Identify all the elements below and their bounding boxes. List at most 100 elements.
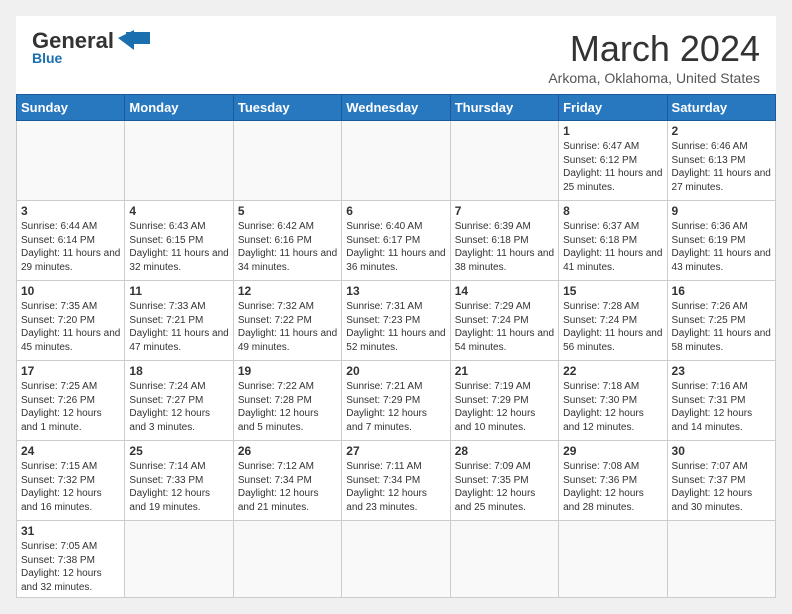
calendar-cell: 10 Sunrise: 7:35 AM Sunset: 7:20 PM Dayli… xyxy=(17,281,125,361)
weekday-monday: Monday xyxy=(125,95,233,121)
calendar-cell xyxy=(667,521,775,598)
calendar-cell xyxy=(17,121,125,201)
day-number: 16 xyxy=(672,284,771,298)
calendar-cell: 4 Sunrise: 6:43 AM Sunset: 6:15 PM Daylig… xyxy=(125,201,233,281)
calendar-cell: 13 Sunrise: 7:31 AM Sunset: 7:23 PM Dayli… xyxy=(342,281,450,361)
calendar-cell: 23Sunrise: 7:16 AM Sunset: 7:31 PM Dayli… xyxy=(667,361,775,441)
calendar-cell: 14Sunrise: 7:29 AM Sunset: 7:24 PM Dayli… xyxy=(450,281,558,361)
day-info: Sunrise: 7:11 AM Sunset: 7:34 PM Dayligh… xyxy=(346,460,445,514)
calendar-cell: 7Sunrise: 6:39 AM Sunset: 6:18 PM Daylig… xyxy=(450,201,558,281)
day-info: Sunrise: 6:44 AM Sunset: 6:14 PM Dayligh… xyxy=(21,220,120,274)
calendar-cell xyxy=(342,521,450,598)
calendar-cell: 19 Sunrise: 7:22 AM Sunset: 7:28 PM Dayli… xyxy=(233,361,341,441)
day-number: 19 xyxy=(238,364,337,378)
calendar-cell: 1 Sunrise: 6:47 AM Sunset: 6:12 PM Daylig… xyxy=(559,121,667,201)
day-info: Sunrise: 7:19 AM Sunset: 7:29 PM Dayligh… xyxy=(455,380,554,434)
day-info: Sunrise: 6:43 AM Sunset: 6:15 PM Dayligh… xyxy=(129,220,228,274)
calendar-cell: 25 Sunrise: 7:14 AM Sunset: 7:33 PM Dayli… xyxy=(125,441,233,521)
day-number: 11 xyxy=(129,284,228,298)
weekday-saturday: Saturday xyxy=(667,95,775,121)
calendar-cell xyxy=(125,521,233,598)
calendar-cell xyxy=(559,521,667,598)
day-number: 1 xyxy=(563,124,662,138)
header: General Blue March 2024 Arkoma, Oklahoma… xyxy=(16,16,776,94)
day-number: 30 xyxy=(672,444,771,458)
day-info: Sunrise: 7:07 AM Sunset: 7:37 PM Dayligh… xyxy=(672,460,771,514)
calendar-cell: 26 Sunrise: 7:12 AM Sunset: 7:34 PM Dayli… xyxy=(233,441,341,521)
title-block: March 2024 Arkoma, Oklahoma, United Stat… xyxy=(548,28,760,86)
calendar-cell: 2Sunrise: 6:46 AM Sunset: 6:13 PM Daylig… xyxy=(667,121,775,201)
day-info: Sunrise: 6:42 AM Sunset: 6:16 PM Dayligh… xyxy=(238,220,337,274)
day-info: Sunrise: 7:24 AM Sunset: 7:27 PM Dayligh… xyxy=(129,380,228,434)
day-number: 5 xyxy=(238,204,337,218)
day-info: Sunrise: 7:22 AM Sunset: 7:28 PM Dayligh… xyxy=(238,380,337,434)
week-row-6: 31Sunrise: 7:05 AM Sunset: 7:38 PM Dayli… xyxy=(17,521,776,598)
day-info: Sunrise: 7:29 AM Sunset: 7:24 PM Dayligh… xyxy=(455,300,554,354)
calendar-cell: 24 Sunrise: 7:15 AM Sunset: 7:32 PM Dayli… xyxy=(17,441,125,521)
calendar-table: SundayMondayTuesdayWednesdayThursdayFrid… xyxy=(16,94,776,598)
day-number: 13 xyxy=(346,284,445,298)
calendar-cell: 12 Sunrise: 7:32 AM Sunset: 7:22 PM Dayli… xyxy=(233,281,341,361)
day-info: Sunrise: 7:14 AM Sunset: 7:33 PM Dayligh… xyxy=(129,460,228,514)
calendar-cell: 5 Sunrise: 6:42 AM Sunset: 6:16 PM Daylig… xyxy=(233,201,341,281)
day-info: Sunrise: 6:46 AM Sunset: 6:13 PM Dayligh… xyxy=(672,140,771,194)
calendar-cell: 17 Sunrise: 7:25 AM Sunset: 7:26 PM Dayli… xyxy=(17,361,125,441)
calendar-cell: 28Sunrise: 7:09 AM Sunset: 7:35 PM Dayli… xyxy=(450,441,558,521)
weekday-header-row: SundayMondayTuesdayWednesdayThursdayFrid… xyxy=(17,95,776,121)
day-number: 28 xyxy=(455,444,554,458)
day-number: 9 xyxy=(672,204,771,218)
week-row-3: 10 Sunrise: 7:35 AM Sunset: 7:20 PM Dayli… xyxy=(17,281,776,361)
day-info: Sunrise: 7:08 AM Sunset: 7:36 PM Dayligh… xyxy=(563,460,662,514)
calendar-cell: 8Sunrise: 6:37 AM Sunset: 6:18 PM Daylig… xyxy=(559,201,667,281)
calendar-cell: 27Sunrise: 7:11 AM Sunset: 7:34 PM Dayli… xyxy=(342,441,450,521)
logo-blue-text: Blue xyxy=(32,50,62,66)
logo-icon xyxy=(118,30,150,52)
day-info: Sunrise: 7:25 AM Sunset: 7:26 PM Dayligh… xyxy=(21,380,120,434)
day-info: Sunrise: 7:28 AM Sunset: 7:24 PM Dayligh… xyxy=(563,300,662,354)
calendar-cell: 29Sunrise: 7:08 AM Sunset: 7:36 PM Dayli… xyxy=(559,441,667,521)
page: General Blue March 2024 Arkoma, Oklahoma… xyxy=(16,16,776,598)
day-info: Sunrise: 7:33 AM Sunset: 7:21 PM Dayligh… xyxy=(129,300,228,354)
day-info: Sunrise: 7:35 AM Sunset: 7:20 PM Dayligh… xyxy=(21,300,120,354)
day-number: 15 xyxy=(563,284,662,298)
day-number: 24 xyxy=(21,444,120,458)
day-number: 21 xyxy=(455,364,554,378)
week-row-5: 24 Sunrise: 7:15 AM Sunset: 7:32 PM Dayli… xyxy=(17,441,776,521)
day-number: 31 xyxy=(21,524,120,538)
weekday-sunday: Sunday xyxy=(17,95,125,121)
day-number: 17 xyxy=(21,364,120,378)
day-number: 25 xyxy=(129,444,228,458)
day-info: Sunrise: 6:47 AM Sunset: 6:12 PM Dayligh… xyxy=(563,140,662,194)
day-number: 10 xyxy=(21,284,120,298)
day-number: 7 xyxy=(455,204,554,218)
calendar-cell: 9Sunrise: 6:36 AM Sunset: 6:19 PM Daylig… xyxy=(667,201,775,281)
day-number: 22 xyxy=(563,364,662,378)
logo: General Blue xyxy=(32,28,150,66)
calendar-cell: 6 Sunrise: 6:40 AM Sunset: 6:17 PM Daylig… xyxy=(342,201,450,281)
day-info: Sunrise: 7:12 AM Sunset: 7:34 PM Dayligh… xyxy=(238,460,337,514)
day-info: Sunrise: 7:31 AM Sunset: 7:23 PM Dayligh… xyxy=(346,300,445,354)
calendar-cell xyxy=(233,521,341,598)
weekday-wednesday: Wednesday xyxy=(342,95,450,121)
calendar-cell: 20Sunrise: 7:21 AM Sunset: 7:29 PM Dayli… xyxy=(342,361,450,441)
day-number: 26 xyxy=(238,444,337,458)
day-info: Sunrise: 7:15 AM Sunset: 7:32 PM Dayligh… xyxy=(21,460,120,514)
day-number: 4 xyxy=(129,204,228,218)
day-info: Sunrise: 6:40 AM Sunset: 6:17 PM Dayligh… xyxy=(346,220,445,274)
calendar-cell: 15 Sunrise: 7:28 AM Sunset: 7:24 PM Dayli… xyxy=(559,281,667,361)
calendar-cell: 31Sunrise: 7:05 AM Sunset: 7:38 PM Dayli… xyxy=(17,521,125,598)
weekday-thursday: Thursday xyxy=(450,95,558,121)
day-info: Sunrise: 7:32 AM Sunset: 7:22 PM Dayligh… xyxy=(238,300,337,354)
day-info: Sunrise: 7:16 AM Sunset: 7:31 PM Dayligh… xyxy=(672,380,771,434)
day-number: 6 xyxy=(346,204,445,218)
calendar-cell xyxy=(450,121,558,201)
day-info: Sunrise: 7:18 AM Sunset: 7:30 PM Dayligh… xyxy=(563,380,662,434)
calendar-cell xyxy=(450,521,558,598)
day-number: 12 xyxy=(238,284,337,298)
calendar-cell: 18Sunrise: 7:24 AM Sunset: 7:27 PM Dayli… xyxy=(125,361,233,441)
week-row-4: 17 Sunrise: 7:25 AM Sunset: 7:26 PM Dayli… xyxy=(17,361,776,441)
location: Arkoma, Oklahoma, United States xyxy=(548,70,760,86)
calendar-cell: 16Sunrise: 7:26 AM Sunset: 7:25 PM Dayli… xyxy=(667,281,775,361)
weekday-friday: Friday xyxy=(559,95,667,121)
day-info: Sunrise: 7:21 AM Sunset: 7:29 PM Dayligh… xyxy=(346,380,445,434)
